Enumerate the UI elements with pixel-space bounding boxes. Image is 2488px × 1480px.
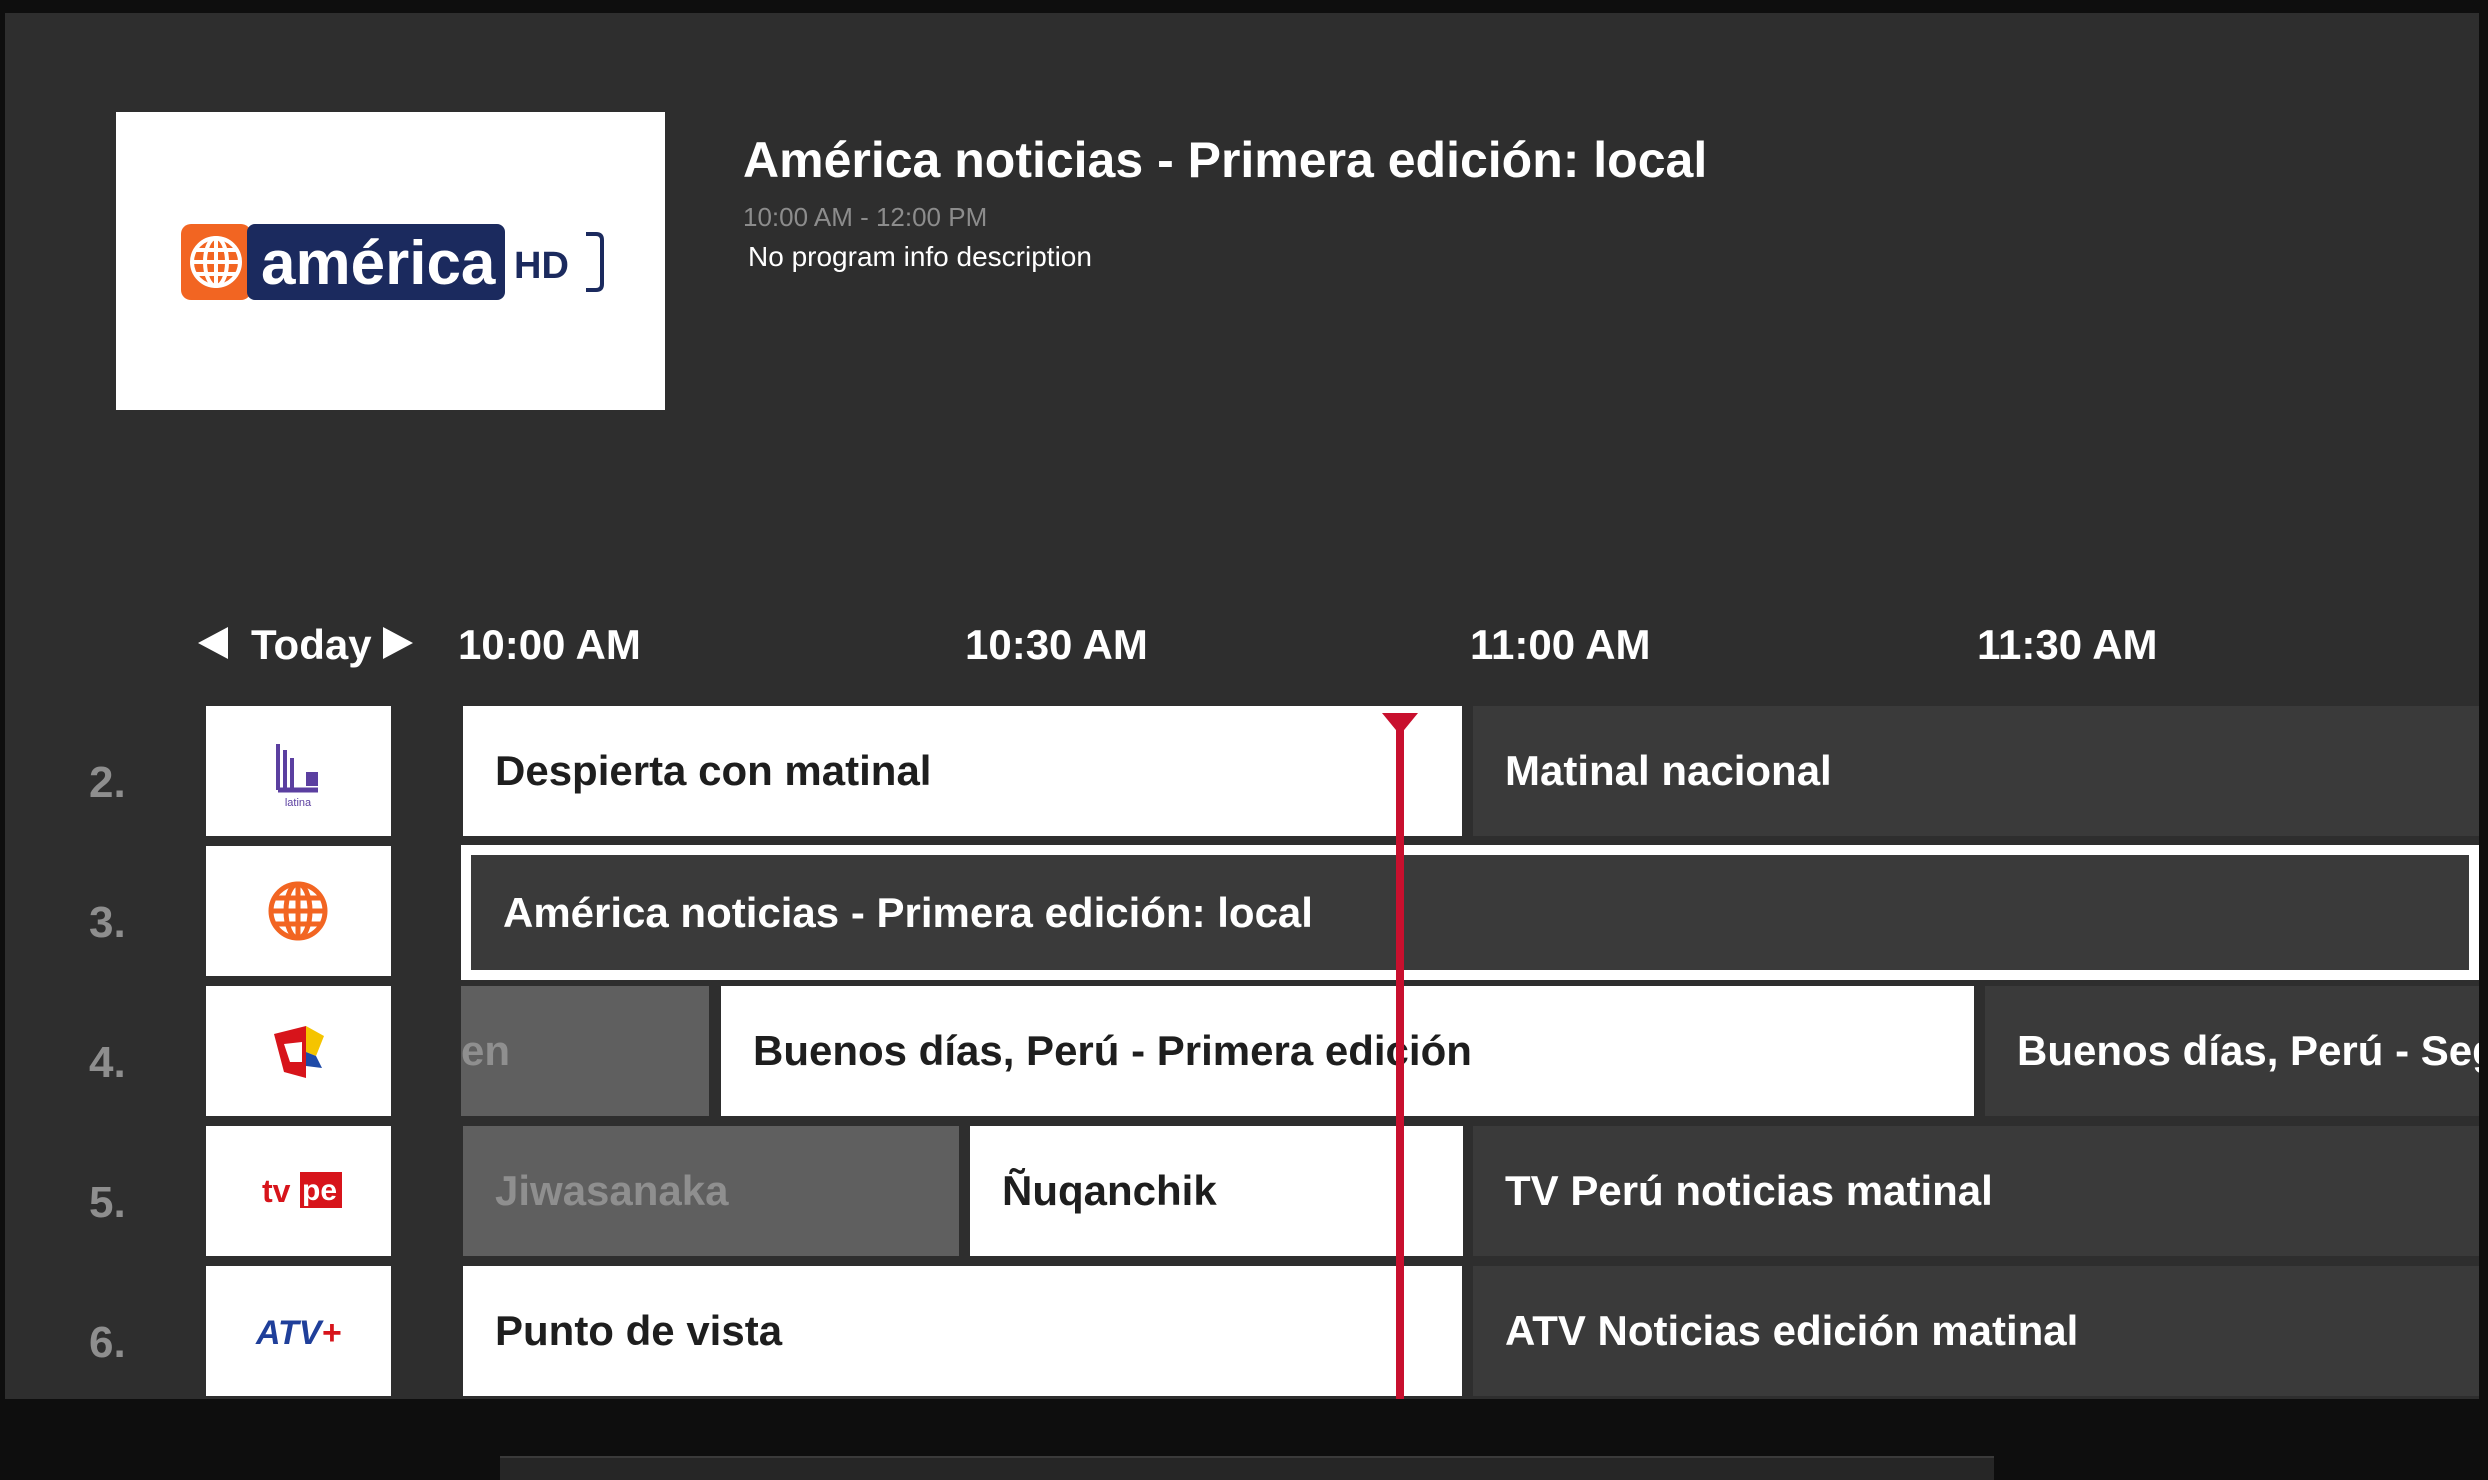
america-hd-logo: américa HD [181, 224, 604, 300]
channel-logo-tvperu[interactable]: tv pe [206, 1126, 391, 1256]
previous-day-arrow-icon[interactable] [198, 627, 228, 659]
program-cell[interactable]: Punto de vista [463, 1266, 1462, 1396]
channel-number: 6. [89, 1318, 126, 1367]
next-day-arrow-icon[interactable] [383, 627, 413, 659]
current-time-line [1396, 718, 1404, 1399]
latina-logo-icon: latina [276, 744, 318, 809]
atv-plus-logo-icon: ATV + [255, 1314, 342, 1352]
america-globe-icon [268, 881, 328, 941]
channel-logo-preview: américa HD [116, 112, 665, 410]
program-cell[interactable]: Ñuqanchik [970, 1126, 1463, 1256]
tvperu-logo-icon: tv pe [262, 1172, 342, 1209]
program-cell[interactable]: Despierta con matinal [463, 706, 1462, 836]
program-cell[interactable]: Matinal nacional [1473, 706, 2479, 836]
time-slot-label: 11:00 AM [1470, 621, 1651, 668]
program-description: No program info description [748, 241, 1092, 272]
channel-logo-panamericana[interactable] [206, 986, 391, 1116]
program-cell[interactable]: Buenos días, Perú - Segu [1985, 986, 2479, 1116]
program-time: 10:00 AM - 12:00 PM [743, 202, 988, 232]
svg-text:américa: américa [261, 229, 496, 298]
svg-text:HD: HD [514, 245, 569, 287]
time-slot-label: 10:30 AM [965, 621, 1148, 668]
channel-logo-atv[interactable]: ATV + [206, 1266, 391, 1396]
channel-logo-latina[interactable]: latina [206, 706, 391, 836]
program-title: América noticias - Primera edición: loca… [743, 132, 1708, 188]
channel-number: 5. [89, 1178, 126, 1227]
program-cell[interactable]: Buenos días, Perú - Primera edición [721, 986, 1974, 1116]
program-cell-selected[interactable]: América noticias - Primera edición: loca… [461, 845, 2479, 980]
program-cell[interactable]: TV Perú noticias matinal [1473, 1126, 2479, 1256]
program-cell[interactable]: Jiwasanaka [463, 1126, 959, 1256]
panamericana-logo-icon [274, 1026, 324, 1078]
bottom-scrollbar[interactable] [500, 1456, 1994, 1480]
svg-text:latina: latina [285, 797, 312, 809]
channel-number: 2. [89, 758, 126, 807]
time-slot-label: 11:30 AM [1977, 621, 2158, 668]
svg-text:ATV: ATV [255, 1314, 325, 1352]
day-selector-label[interactable]: Today [251, 621, 372, 669]
channel-number: 3. [89, 898, 126, 947]
program-cell[interactable]: ATV Noticias edición matinal [1473, 1266, 2479, 1396]
svg-text:tv: tv [262, 1173, 291, 1209]
epg-screen: américa HD América noticias - Primera ed… [5, 13, 2479, 1399]
channel-logo-america[interactable] [206, 846, 391, 976]
time-slot-label: 10:00 AM [458, 621, 641, 668]
svg-text:+: + [322, 1314, 342, 1352]
program-cell[interactable]: en [461, 986, 709, 1116]
channel-number: 4. [89, 1038, 126, 1087]
svg-text:pe: pe [302, 1174, 337, 1207]
